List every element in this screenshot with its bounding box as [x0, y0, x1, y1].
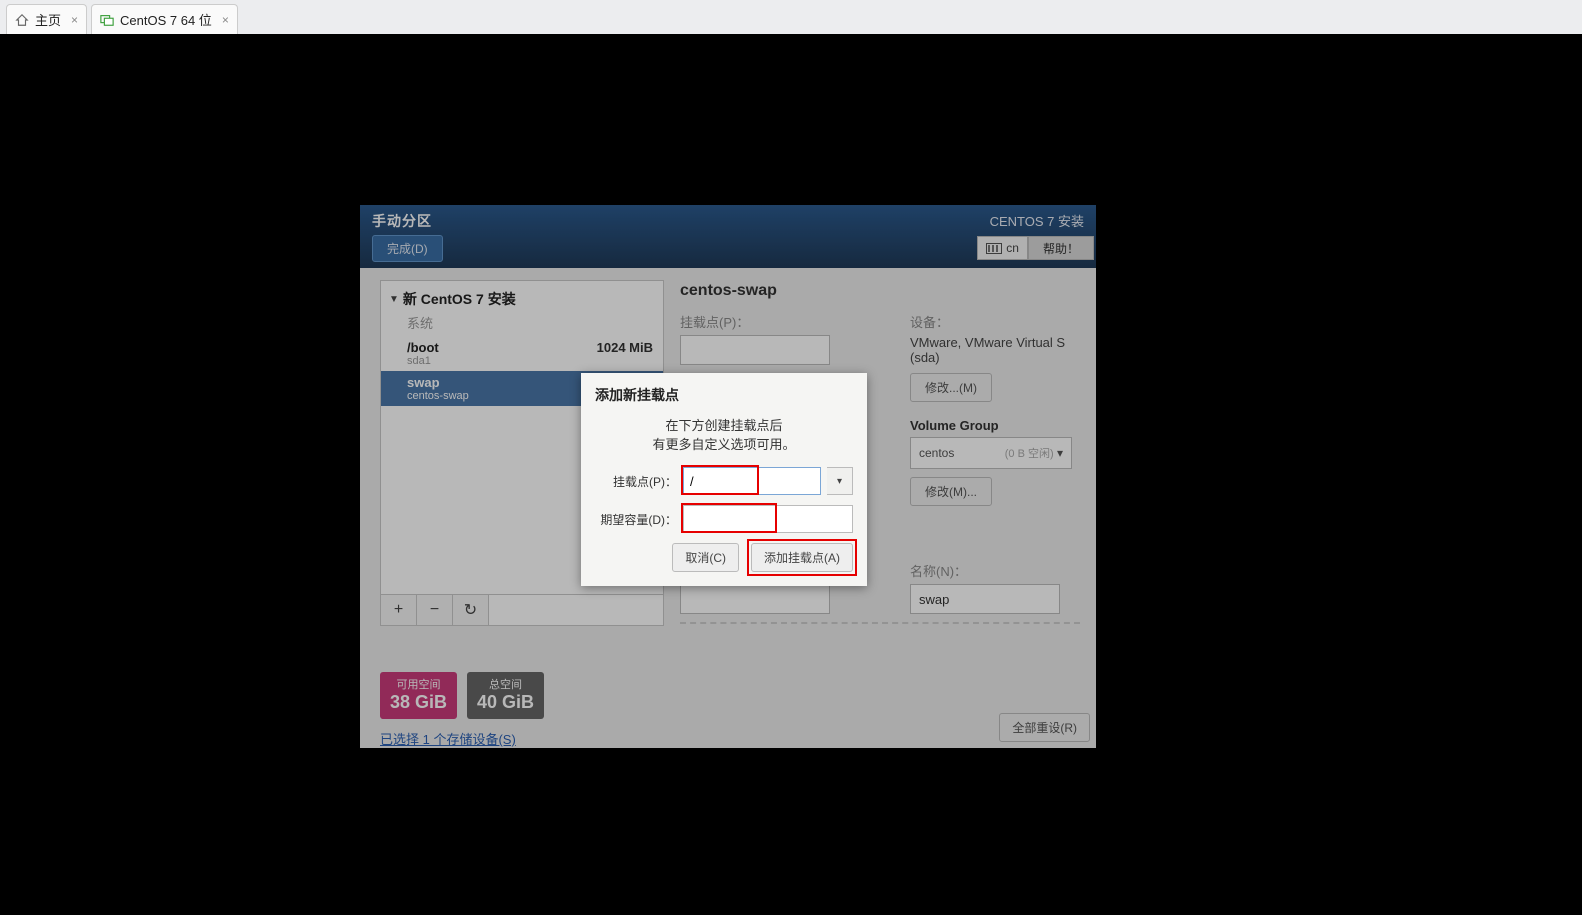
- cancel-button[interactable]: 取消(C): [672, 543, 739, 572]
- dialog-title: 添加新挂载点: [595, 385, 853, 405]
- tab-home-label: 主页: [35, 10, 61, 29]
- dialog-mount-input[interactable]: [683, 467, 821, 495]
- vm-viewport: 手动分区 完成(D) CENTOS 7 安装 cn 帮助！: [0, 34, 1582, 915]
- close-icon[interactable]: ×: [222, 13, 229, 27]
- dialog-capacity-input[interactable]: [683, 505, 853, 533]
- add-mountpoint-dialog: 添加新挂载点 在下方创建挂载点后有更多自定义选项可用。 挂载点(P)： ▾ 期望…: [581, 373, 867, 586]
- mount-dropdown-button[interactable]: ▾: [827, 467, 853, 495]
- dialog-capacity-label: 期望容量(D)：: [595, 511, 677, 528]
- dialog-mount-label: 挂载点(P)：: [595, 473, 677, 490]
- tab-vm[interactable]: CentOS 7 64 位 ×: [91, 4, 238, 34]
- tab-vm-label: CentOS 7 64 位: [120, 10, 212, 29]
- close-icon[interactable]: ×: [71, 13, 78, 27]
- tab-bar: 主页 × CentOS 7 64 位 ×: [0, 0, 1582, 34]
- vm-icon: [100, 13, 114, 27]
- add-mountpoint-button[interactable]: 添加挂载点(A): [751, 543, 853, 572]
- dialog-description: 在下方创建挂载点后有更多自定义选项可用。: [595, 415, 853, 453]
- home-icon: [15, 13, 29, 27]
- tab-home[interactable]: 主页 ×: [6, 4, 87, 34]
